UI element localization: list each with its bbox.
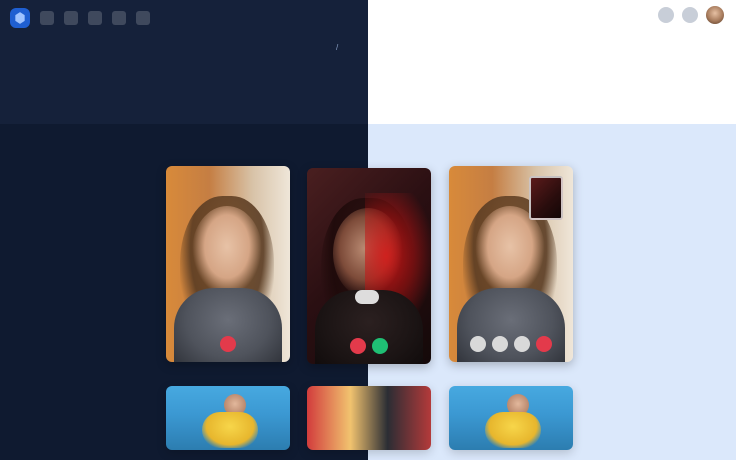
chat-bubble-icon: [355, 290, 379, 304]
pen-icon[interactable]: [112, 11, 126, 25]
yellow-shirt: [485, 412, 541, 448]
end-call-icon[interactable]: [220, 336, 236, 352]
accept-call-icon[interactable]: [372, 338, 388, 354]
video-icon[interactable]: [492, 336, 508, 352]
app-logo-icon[interactable]: [10, 8, 30, 28]
yellow-shirt: [202, 412, 258, 448]
end-call-icon[interactable]: [536, 336, 552, 352]
thumbnail-card[interactable]: [307, 386, 431, 450]
call-controls: [166, 336, 290, 352]
call-preview-card[interactable]: [166, 166, 290, 362]
bell-icon[interactable]: [658, 7, 674, 23]
settings-icon[interactable]: [136, 11, 150, 25]
top-navigation: [10, 8, 150, 28]
active-call-card[interactable]: [449, 166, 573, 362]
breadcrumb: /: [330, 43, 345, 52]
more-icon[interactable]: [514, 336, 530, 352]
person-face: [192, 206, 262, 296]
thumbnail-card[interactable]: [166, 386, 290, 450]
thumbnail-card[interactable]: [449, 386, 573, 450]
help-icon[interactable]: [682, 7, 698, 23]
incoming-call-card[interactable]: [307, 168, 431, 364]
header-actions: [658, 6, 724, 24]
user-avatar[interactable]: [706, 6, 724, 24]
grid-icon[interactable]: [40, 11, 54, 25]
decline-call-icon[interactable]: [350, 338, 366, 354]
chat-icon[interactable]: [64, 11, 78, 25]
call-controls: [449, 336, 573, 352]
breadcrumb-separator: /: [336, 43, 339, 52]
phone-icon[interactable]: [88, 11, 102, 25]
call-controls: [307, 338, 431, 354]
mic-icon[interactable]: [470, 336, 486, 352]
picture-in-picture-video[interactable]: [529, 176, 563, 220]
